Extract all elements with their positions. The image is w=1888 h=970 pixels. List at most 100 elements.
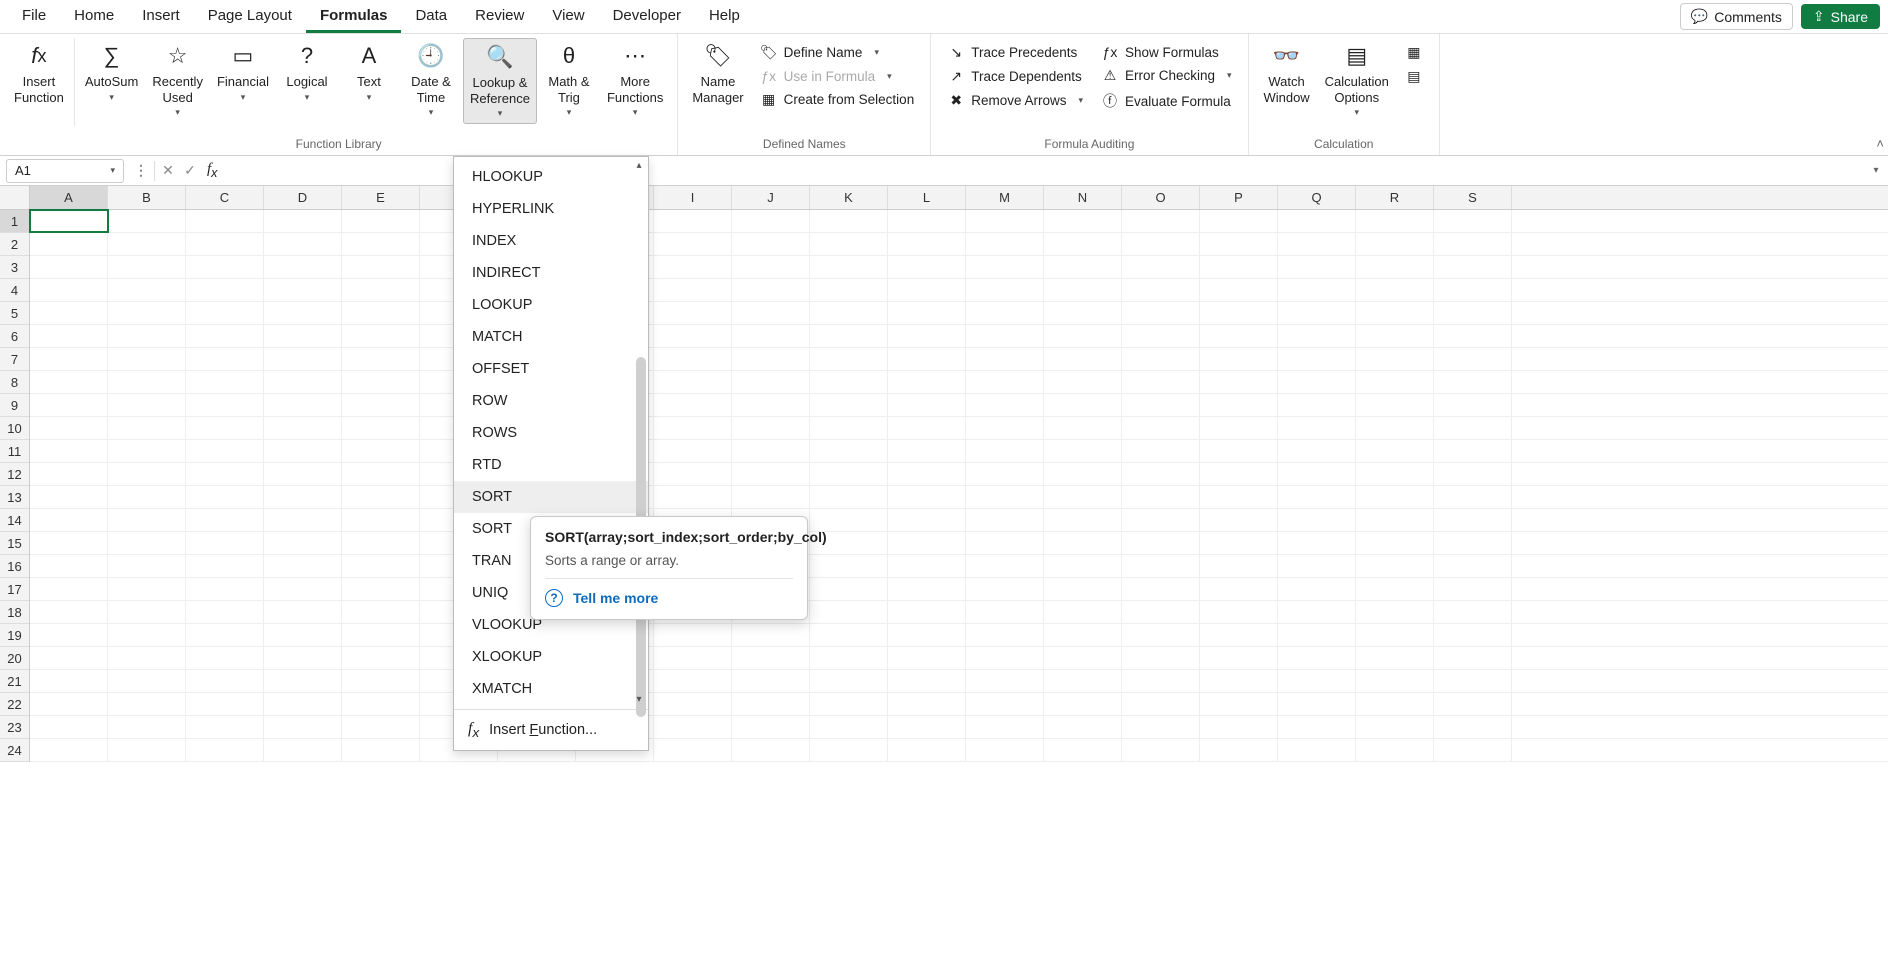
cell[interactable]: [1434, 578, 1512, 600]
cell[interactable]: [108, 739, 186, 761]
cell[interactable]: [1200, 440, 1278, 462]
dropdown-item-index[interactable]: INDEX: [454, 225, 648, 257]
cell[interactable]: [186, 210, 264, 232]
cell[interactable]: [342, 509, 420, 531]
cell[interactable]: [1122, 532, 1200, 554]
row-header[interactable]: 12: [0, 463, 29, 486]
cell[interactable]: [30, 210, 108, 232]
cell[interactable]: [186, 233, 264, 255]
cell[interactable]: [108, 417, 186, 439]
cell[interactable]: [888, 670, 966, 692]
cell[interactable]: [1122, 417, 1200, 439]
cell[interactable]: [966, 302, 1044, 324]
cell[interactable]: [1278, 325, 1356, 347]
cell[interactable]: [108, 532, 186, 554]
cell[interactable]: [30, 348, 108, 370]
cell[interactable]: [1122, 463, 1200, 485]
cell[interactable]: [810, 417, 888, 439]
cell[interactable]: [1278, 624, 1356, 646]
cell[interactable]: [1434, 647, 1512, 669]
cell[interactable]: [1200, 555, 1278, 577]
cell[interactable]: [810, 256, 888, 278]
cell[interactable]: [186, 739, 264, 761]
cell[interactable]: [1356, 440, 1434, 462]
cell[interactable]: [108, 624, 186, 646]
trace-precedents-button[interactable]: ↘Trace Precedents: [943, 42, 1087, 63]
cell[interactable]: [186, 509, 264, 531]
column-header[interactable]: K: [810, 186, 888, 209]
cell[interactable]: [1200, 509, 1278, 531]
cell[interactable]: [810, 233, 888, 255]
cell[interactable]: [888, 394, 966, 416]
cell[interactable]: [186, 670, 264, 692]
cell[interactable]: [30, 532, 108, 554]
cell[interactable]: [654, 371, 732, 393]
cell[interactable]: [264, 486, 342, 508]
cell[interactable]: [1278, 647, 1356, 669]
cell[interactable]: [810, 394, 888, 416]
cell[interactable]: [1434, 486, 1512, 508]
cell[interactable]: [654, 463, 732, 485]
cell[interactable]: [30, 670, 108, 692]
cell[interactable]: [732, 210, 810, 232]
column-header[interactable]: J: [732, 186, 810, 209]
cell[interactable]: [1044, 647, 1122, 669]
cell[interactable]: [732, 647, 810, 669]
cell[interactable]: [108, 348, 186, 370]
cell[interactable]: [108, 716, 186, 738]
cell[interactable]: [264, 348, 342, 370]
cell[interactable]: [654, 325, 732, 347]
cell[interactable]: [1356, 555, 1434, 577]
cell[interactable]: [654, 394, 732, 416]
cell[interactable]: [732, 486, 810, 508]
cell[interactable]: [888, 371, 966, 393]
cell[interactable]: [264, 601, 342, 623]
cell[interactable]: [810, 624, 888, 646]
cell[interactable]: [1044, 739, 1122, 761]
cell[interactable]: [1278, 693, 1356, 715]
cell[interactable]: [1044, 302, 1122, 324]
cell[interactable]: [186, 555, 264, 577]
cell[interactable]: [1200, 716, 1278, 738]
trace-dependents-button[interactable]: ↗Trace Dependents: [943, 66, 1087, 87]
cell[interactable]: [264, 532, 342, 554]
cell[interactable]: [30, 693, 108, 715]
cell[interactable]: [1278, 578, 1356, 600]
cell[interactable]: [966, 739, 1044, 761]
cell[interactable]: [186, 325, 264, 347]
column-header[interactable]: O: [1122, 186, 1200, 209]
cell[interactable]: [888, 440, 966, 462]
calc-now-button[interactable]: ▦: [1401, 42, 1427, 63]
cell[interactable]: [1044, 325, 1122, 347]
cell[interactable]: [888, 417, 966, 439]
column-header[interactable]: N: [1044, 186, 1122, 209]
dropdown-item-rows[interactable]: ROWS: [454, 417, 648, 449]
cell[interactable]: [1044, 210, 1122, 232]
cell[interactable]: [966, 371, 1044, 393]
logical-button[interactable]: ? Logical ▾: [277, 38, 337, 107]
dropdown-item-lookup[interactable]: LOOKUP: [454, 289, 648, 321]
cell[interactable]: [108, 509, 186, 531]
row-header[interactable]: 3: [0, 256, 29, 279]
dropdown-item-sort[interactable]: SORT: [454, 481, 648, 513]
cell[interactable]: [264, 417, 342, 439]
cell[interactable]: [1356, 348, 1434, 370]
cell[interactable]: [264, 371, 342, 393]
cell[interactable]: [966, 394, 1044, 416]
cell[interactable]: [264, 440, 342, 462]
cell[interactable]: [732, 233, 810, 255]
cell[interactable]: [186, 348, 264, 370]
cell[interactable]: [108, 325, 186, 347]
cell[interactable]: [966, 624, 1044, 646]
cell[interactable]: [1200, 624, 1278, 646]
cell[interactable]: [888, 210, 966, 232]
cell[interactable]: [186, 601, 264, 623]
row-header[interactable]: 16: [0, 555, 29, 578]
financial-button[interactable]: ▭ Financial ▾: [211, 38, 275, 107]
cell[interactable]: [1278, 509, 1356, 531]
cell[interactable]: [1434, 394, 1512, 416]
cell[interactable]: [1200, 417, 1278, 439]
cell[interactable]: [810, 325, 888, 347]
cell[interactable]: [1044, 279, 1122, 301]
cell[interactable]: [1044, 624, 1122, 646]
